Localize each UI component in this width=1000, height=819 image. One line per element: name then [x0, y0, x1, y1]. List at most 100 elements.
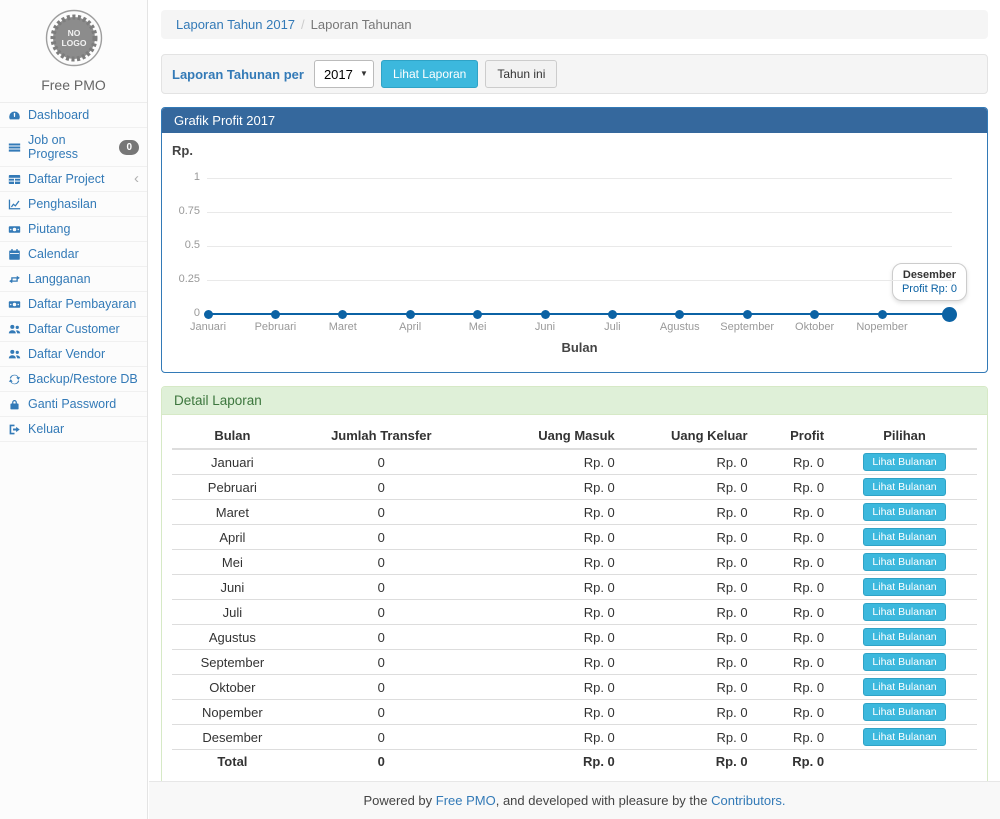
data-point-desember[interactable]: [942, 307, 957, 322]
data-point-juli[interactable]: [608, 310, 617, 319]
sidebar-item-backup-restore-db[interactable]: Backup/Restore DB: [0, 367, 147, 392]
column-header-uang-masuk: Uang Masuk: [470, 423, 623, 449]
total-cell-profit: Rp. 0: [756, 750, 832, 774]
cell-bulan: Juli: [172, 600, 293, 625]
sidebar-item-piutang[interactable]: Piutang: [0, 217, 147, 242]
cell-jumlah-transfer: 0: [293, 500, 470, 525]
data-point-nopember[interactable]: [878, 310, 887, 319]
cell-profit: Rp. 0: [756, 575, 832, 600]
tooltip-value: Profit Rp: 0: [902, 283, 957, 295]
sidebar-item-daftar-customer[interactable]: Daftar Customer: [0, 317, 147, 342]
view-monthly-button-juli[interactable]: Lihat Bulanan: [863, 603, 945, 621]
sidebar-item-ganti-password[interactable]: Ganti Password: [0, 392, 147, 417]
data-point-oktober[interactable]: [810, 310, 819, 319]
table-row-oktober: Oktober0Rp. 0Rp. 0Rp. 0Lihat Bulanan: [172, 675, 977, 700]
data-point-mei[interactable]: [473, 310, 482, 319]
cell-uang-masuk: Rp. 0: [470, 575, 623, 600]
data-point-agustus[interactable]: [675, 310, 684, 319]
table-row-april: April0Rp. 0Rp. 0Rp. 0Lihat Bulanan: [172, 525, 977, 550]
cell-uang-keluar: Rp. 0: [623, 675, 756, 700]
sidebar-item-calendar[interactable]: Calendar: [0, 242, 147, 267]
view-monthly-button-mei[interactable]: Lihat Bulanan: [863, 553, 945, 571]
data-point-maret[interactable]: [338, 310, 347, 319]
footer-link-contributors[interactable]: Contributors.: [711, 793, 785, 808]
cell-uang-keluar: Rp. 0: [623, 525, 756, 550]
data-point-april[interactable]: [406, 310, 415, 319]
filter-label: Laporan Tahunan per: [172, 67, 304, 82]
view-report-button[interactable]: Lihat Laporan: [381, 60, 478, 88]
cell-uang-keluar: Rp. 0: [623, 575, 756, 600]
chart-tooltip: Desember Profit Rp: 0: [892, 263, 967, 301]
view-monthly-button-oktober[interactable]: Lihat Bulanan: [863, 678, 945, 696]
year-select[interactable]: 2017: [314, 60, 374, 88]
view-monthly-button-nopember[interactable]: Lihat Bulanan: [863, 703, 945, 721]
cell-jumlah-transfer: 0: [293, 700, 470, 725]
chart-gridline: [207, 212, 952, 213]
chart-gridline: [207, 280, 952, 281]
footer-link-freepmo[interactable]: Free PMO: [436, 793, 496, 808]
y-axis-tick-label: 0.25: [162, 273, 200, 285]
column-header-jumlah-transfer: Jumlah Transfer: [293, 423, 470, 449]
refresh-icon: [8, 372, 22, 386]
y-axis-tick-label: 0.75: [162, 205, 200, 217]
y-axis-tick-label: 0.5: [162, 239, 200, 251]
sidebar-item-keluar[interactable]: Keluar: [0, 417, 147, 442]
data-point-pebruari[interactable]: [271, 310, 280, 319]
users-icon: [8, 347, 22, 361]
sidebar-item-job-on-progress[interactable]: Job on Progress0: [0, 128, 147, 167]
view-monthly-button-maret[interactable]: Lihat Bulanan: [863, 503, 945, 521]
view-monthly-button-agustus[interactable]: Lihat Bulanan: [863, 628, 945, 646]
cell-jumlah-transfer: 0: [293, 475, 470, 500]
this-year-button[interactable]: Tahun ini: [485, 60, 557, 88]
cell-bulan: Nopember: [172, 700, 293, 725]
view-monthly-button-april[interactable]: Lihat Bulanan: [863, 528, 945, 546]
sidebar-item-dashboard[interactable]: Dashboard: [0, 103, 147, 128]
cell-uang-keluar: Rp. 0: [623, 475, 756, 500]
main-content: Laporan Tahun 2017/Laporan Tahunan Lapor…: [149, 0, 1000, 791]
view-monthly-button-desember[interactable]: Lihat Bulanan: [863, 728, 945, 746]
profit-series-line: [208, 313, 949, 315]
breadcrumb-link[interactable]: Laporan Tahun 2017: [176, 17, 295, 32]
app-name: Free PMO: [0, 77, 147, 93]
cell-profit: Rp. 0: [756, 700, 832, 725]
table-row-juli: Juli0Rp. 0Rp. 0Rp. 0Lihat Bulanan: [172, 600, 977, 625]
table-row-agustus: Agustus0Rp. 0Rp. 0Rp. 0Lihat Bulanan: [172, 625, 977, 650]
sidebar-item-langganan[interactable]: Langganan: [0, 267, 147, 292]
dashboard-icon: [8, 108, 22, 122]
cell-profit: Rp. 0: [756, 449, 832, 475]
sidebar-item-label: Dashboard: [28, 108, 89, 122]
view-monthly-button-pebruari[interactable]: Lihat Bulanan: [863, 478, 945, 496]
cell-uang-keluar: Rp. 0: [623, 725, 756, 750]
data-point-januari[interactable]: [204, 310, 213, 319]
table-row-september: September0Rp. 0Rp. 0Rp. 0Lihat Bulanan: [172, 650, 977, 675]
job-count-badge: 0: [119, 140, 139, 155]
cell-bulan: Januari: [172, 449, 293, 475]
cell-jumlah-transfer: 0: [293, 525, 470, 550]
cell-uang-masuk: Rp. 0: [470, 700, 623, 725]
cell-uang-masuk: Rp. 0: [470, 725, 623, 750]
footer: Powered by Free PMO, and developed with …: [149, 781, 1000, 819]
data-point-juni[interactable]: [541, 310, 550, 319]
users-icon: [8, 322, 22, 336]
sidebar-item-daftar-vendor[interactable]: Daftar Vendor: [0, 342, 147, 367]
sidebar-item-label: Daftar Pembayaran: [28, 297, 136, 311]
chevron-left-icon: ‹: [134, 174, 139, 184]
sidebar-item-label: Calendar: [28, 247, 79, 261]
app-logo: NO LOGO: [44, 8, 104, 68]
sidebar-item-penghasilan[interactable]: Penghasilan: [0, 192, 147, 217]
sidebar-item-label: Langganan: [28, 272, 91, 286]
cell-profit: Rp. 0: [756, 725, 832, 750]
view-monthly-button-juni[interactable]: Lihat Bulanan: [863, 578, 945, 596]
cell-uang-keluar: Rp. 0: [623, 700, 756, 725]
view-monthly-button-september[interactable]: Lihat Bulanan: [863, 653, 945, 671]
profit-chart-panel: Grafik Profit 2017 Rp. Bulan Desember Pr…: [161, 107, 988, 373]
cell-jumlah-transfer: 0: [293, 725, 470, 750]
sidebar-item-daftar-project[interactable]: Daftar Project‹: [0, 167, 147, 192]
view-monthly-button-januari[interactable]: Lihat Bulanan: [863, 453, 945, 471]
calendar-icon: [8, 247, 22, 261]
sidebar-item-daftar-pembayaran[interactable]: Daftar Pembayaran: [0, 292, 147, 317]
cell-bulan: Oktober: [172, 675, 293, 700]
sidebar-item-label: Piutang: [28, 222, 70, 236]
sidebar-item-label: Penghasilan: [28, 197, 97, 211]
data-point-september[interactable]: [743, 310, 752, 319]
